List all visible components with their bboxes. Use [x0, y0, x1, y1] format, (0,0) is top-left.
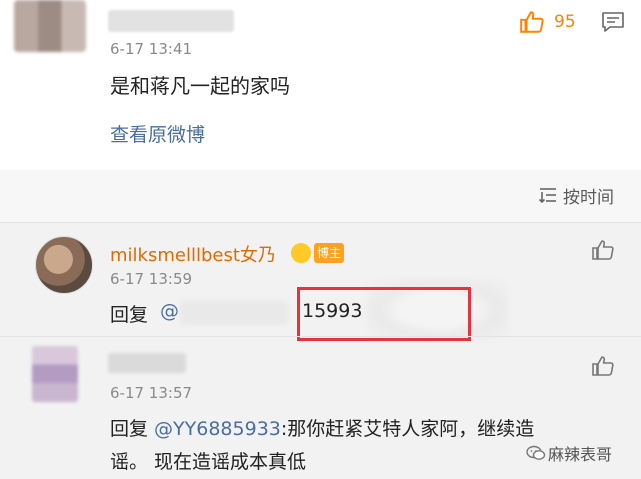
sort-by-time-button[interactable]: 按时间	[563, 183, 614, 208]
reply-text-line: 回复 @YY6885933:那你赶紧艾特人家阿，继续造	[110, 414, 534, 441]
thumbs-up-icon[interactable]	[519, 9, 545, 35]
watermark-label: 麻辣表哥	[548, 445, 613, 464]
username-redacted[interactable]	[108, 10, 234, 32]
highlight-box	[297, 287, 471, 341]
reply-text: :那你赶紧艾特人家阿，继续造	[280, 418, 535, 440]
reply-time: 6-17 13:59	[110, 270, 193, 288]
thumbs-up-icon[interactable]	[591, 238, 615, 262]
sort-icon[interactable]	[538, 186, 558, 204]
member-crown-icon	[291, 243, 311, 263]
divider	[0, 336, 641, 337]
wechat-icon	[526, 445, 546, 460]
reply-prefix: 回复	[110, 418, 155, 440]
comment-icon[interactable]	[601, 11, 625, 33]
blogger-badge: 博主	[314, 243, 345, 263]
thumbs-up-icon[interactable]	[591, 354, 615, 378]
comment-text: 是和蒋凡一起的家吗	[110, 74, 290, 98]
comment-time: 6-17 13:41	[110, 40, 193, 58]
reply-prefix: 回复	[110, 304, 149, 326]
avatar[interactable]	[32, 346, 78, 402]
username-redacted[interactable]	[108, 353, 186, 373]
redacted-username	[180, 301, 288, 325]
avatar[interactable]	[35, 236, 93, 294]
view-original-link[interactable]: 查看原微博	[110, 120, 205, 147]
mention-link[interactable]: @YY6885933	[154, 418, 281, 440]
reply-time: 6-17 13:57	[110, 384, 193, 402]
reply-text-line: 谣。 现在造谣成本真低	[110, 451, 307, 473]
mention-link[interactable]: @	[160, 300, 179, 322]
avatar[interactable]	[14, 0, 86, 52]
reply-username[interactable]: milksmelllbest女乃	[110, 241, 276, 267]
like-count: 95	[554, 12, 576, 32]
divider	[0, 222, 641, 223]
